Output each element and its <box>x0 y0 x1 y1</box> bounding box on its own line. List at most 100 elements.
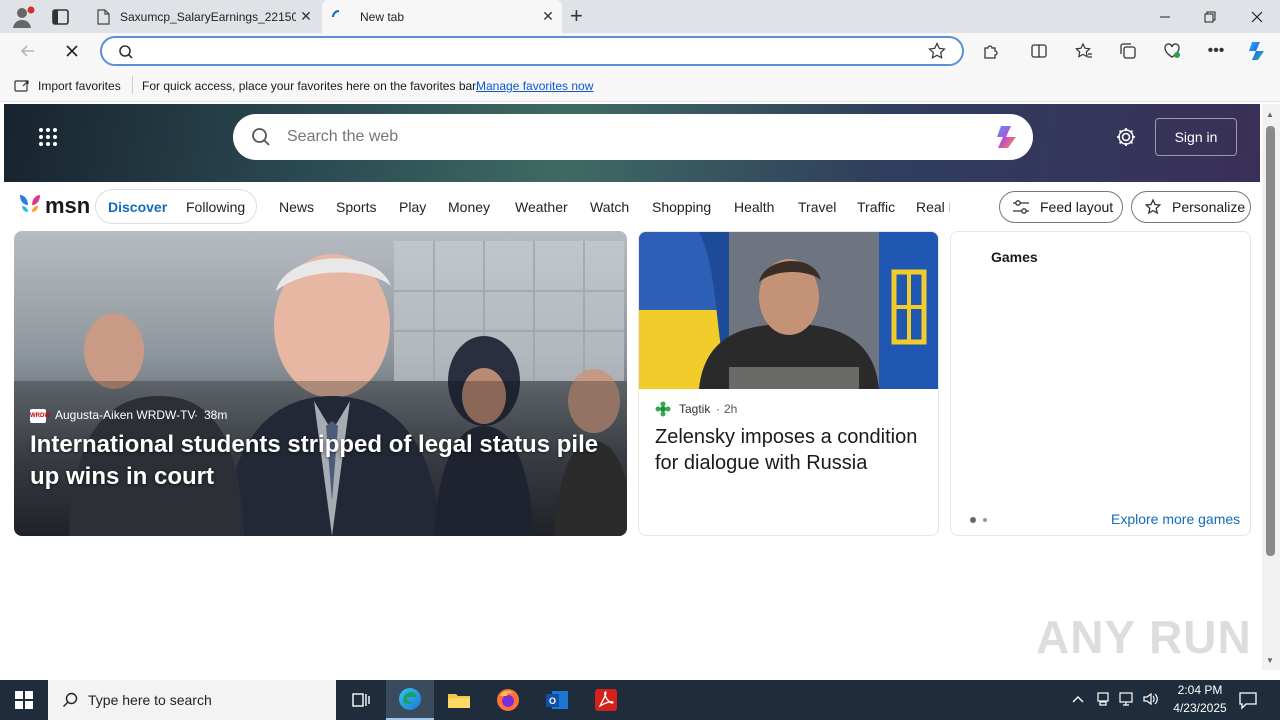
story-source[interactable]: Tagtik <box>679 402 710 416</box>
nav-weather[interactable]: Weather <box>515 199 568 215</box>
msn-logo[interactable]: msn <box>45 193 90 219</box>
file-explorer-icon[interactable] <box>435 680 483 720</box>
search-icon <box>118 44 134 60</box>
nav-watch[interactable]: Watch <box>590 199 629 215</box>
story-headline[interactable]: International students stripped of legal… <box>30 429 620 493</box>
personalize-button[interactable]: Personalize <box>1131 191 1251 223</box>
taskbar-search-box[interactable]: Type here to search <box>48 680 336 720</box>
nav-play[interactable]: Play <box>399 199 426 215</box>
nav-health[interactable]: Health <box>734 199 774 215</box>
personalize-label: Personalize <box>1172 199 1246 215</box>
new-tab-icon[interactable]: + <box>570 5 590 27</box>
network-icon[interactable] <box>1118 691 1136 707</box>
story-dot-separator: · <box>716 402 720 416</box>
notifications-icon[interactable] <box>1238 690 1258 710</box>
tab-discover[interactable]: Discover <box>108 199 167 215</box>
story-dot-separator: · <box>194 408 198 422</box>
anyrun-watermark: ANY RUN <box>1036 611 1252 663</box>
carousel-dot[interactable] <box>983 518 987 522</box>
msn-search-input[interactable] <box>287 125 967 149</box>
favorites-message: For quick access, place your favorites h… <box>142 79 479 93</box>
more-options-icon[interactable]: ••• <box>1202 37 1230 65</box>
games-card: Games Explore more games <box>950 231 1251 536</box>
main-story-card[interactable]: WRDW Augusta-Aiken WRDW-TV · 38m Interna… <box>14 231 627 536</box>
favorite-star-icon[interactable] <box>928 42 946 60</box>
sliders-icon <box>1012 199 1030 215</box>
svg-text:O: O <box>549 696 556 706</box>
scroll-up-icon[interactable]: ▲ <box>1266 110 1274 119</box>
nav-money[interactable]: Money <box>448 199 490 215</box>
apps-launcher-icon[interactable] <box>38 127 58 147</box>
close-tab-icon[interactable]: ✕ <box>298 8 314 24</box>
import-favorites-icon[interactable] <box>14 78 30 94</box>
tab-label: New tab <box>360 9 405 24</box>
story-headline[interactable]: Zelensky imposes a condition for dialogu… <box>655 424 925 476</box>
favbar-divider <box>132 76 133 94</box>
tab-label: Saxumcp_SalaryEarnings_221505 <box>120 9 296 24</box>
story-time: 2h <box>724 402 738 416</box>
close-window-icon[interactable] <box>1247 7 1267 27</box>
sign-in-button[interactable]: Sign in <box>1155 118 1237 156</box>
carousel-dot-active[interactable] <box>970 517 976 523</box>
taskbar-clock-time[interactable]: 2:04 PM <box>1160 683 1240 697</box>
scrollbar-thumb[interactable] <box>1266 126 1275 556</box>
collections-icon[interactable] <box>1114 37 1142 65</box>
acrobat-icon[interactable] <box>582 680 630 720</box>
search-icon <box>251 127 271 147</box>
msn-butterfly-icon[interactable] <box>16 192 44 216</box>
msn-search-box[interactable] <box>233 114 1033 160</box>
story-source[interactable]: Augusta-Aiken WRDW-TV <box>55 408 195 422</box>
start-windows-icon[interactable] <box>0 680 48 720</box>
nav-news[interactable]: News <box>279 199 314 215</box>
back-icon[interactable] <box>14 37 42 65</box>
settings-gear-icon[interactable] <box>1115 126 1137 148</box>
source-logo-icon: WRDW <box>30 409 50 423</box>
address-bar[interactable] <box>100 36 964 66</box>
games-title[interactable]: Games <box>991 249 1038 265</box>
profile-icon[interactable] <box>10 4 36 30</box>
favorites-icon[interactable] <box>1070 37 1098 65</box>
search-icon <box>62 692 78 708</box>
tab-actions-icon[interactable] <box>50 6 72 28</box>
edge-app-icon[interactable] <box>386 680 434 720</box>
tab-new-tab[interactable]: New tab ✕ <box>322 0 562 33</box>
task-view-icon[interactable] <box>336 680 384 720</box>
device-icon[interactable] <box>1095 691 1111 707</box>
feed-layout-label: Feed layout <box>1040 199 1114 215</box>
story-time: 38m <box>204 408 228 422</box>
tagtik-logo-icon <box>655 401 671 417</box>
stop-loading-icon[interactable] <box>58 37 86 65</box>
copilot-icon[interactable] <box>993 122 1023 152</box>
tab-following[interactable]: Following <box>186 199 245 215</box>
explore-games-link[interactable]: Explore more games <box>1111 511 1240 527</box>
taskbar-clock-date[interactable]: 4/23/2025 <box>1160 701 1240 715</box>
browser-essentials-icon[interactable] <box>1158 37 1186 65</box>
firefox-icon[interactable] <box>484 680 532 720</box>
extensions-icon[interactable] <box>977 37 1005 65</box>
volume-icon[interactable] <box>1142 691 1160 707</box>
chevron-up-icon[interactable] <box>1071 692 1085 706</box>
split-screen-icon[interactable] <box>1025 37 1053 65</box>
page-scrollbar[interactable]: ▲ ▼ <box>1262 104 1280 670</box>
story-photo <box>639 232 938 389</box>
close-tab-icon[interactable]: ✕ <box>540 8 556 24</box>
scroll-down-icon[interactable]: ▼ <box>1266 656 1274 665</box>
tab-salary-earnings[interactable]: Saxumcp_SalaryEarnings_221505 ✕ <box>86 0 320 33</box>
nav-travel[interactable]: Travel <box>798 199 836 215</box>
nav-real-estate[interactable]: Real E <box>916 199 950 215</box>
restore-icon[interactable] <box>1200 7 1220 27</box>
news-card[interactable]: Tagtik · 2h Zelensky imposes a condition… <box>638 231 939 536</box>
taskbar-search-placeholder: Type here to search <box>88 692 212 708</box>
minimize-icon[interactable] <box>1155 7 1175 27</box>
manage-favorites-link[interactable]: Manage favorites now <box>476 79 593 93</box>
nav-traffic[interactable]: Traffic <box>857 199 895 215</box>
nav-sports[interactable]: Sports <box>336 199 376 215</box>
outlook-icon[interactable]: O <box>533 680 581 720</box>
document-icon <box>96 8 110 25</box>
copilot-icon[interactable] <box>1244 37 1272 65</box>
loading-icon <box>332 9 346 24</box>
sparkle-star-icon <box>1144 198 1162 216</box>
import-favorites-button[interactable]: Import favorites <box>38 79 121 93</box>
feed-layout-button[interactable]: Feed layout <box>999 191 1123 223</box>
nav-shopping[interactable]: Shopping <box>652 199 711 215</box>
